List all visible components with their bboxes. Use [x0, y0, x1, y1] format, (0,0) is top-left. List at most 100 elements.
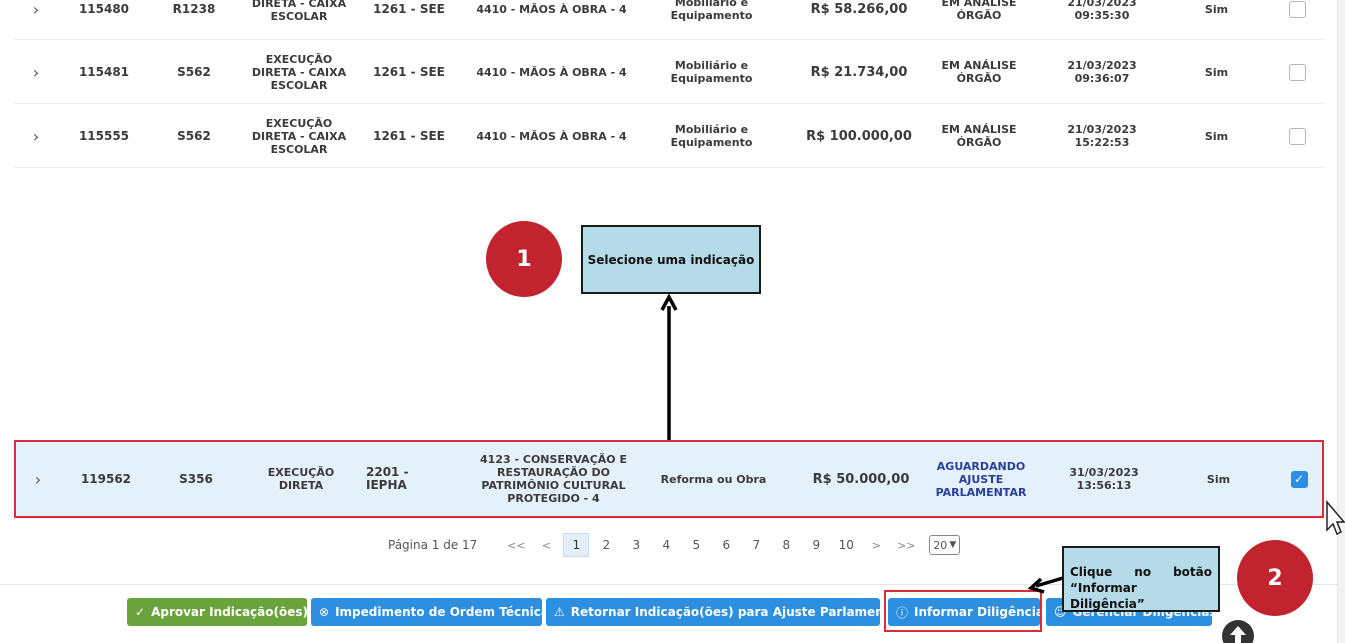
row-checkbox-cell[interactable]	[1284, 0, 1310, 40]
pagination: Página 1 de 17 << < 1 2 3 4 5 6 7 8 9 10…	[388, 533, 961, 557]
inform-diligence-highlight	[884, 590, 1042, 632]
row-checkbox[interactable]	[1288, 63, 1306, 81]
valor: R$ 21.734,00	[810, 64, 908, 80]
sim-flag: Sim	[1204, 65, 1229, 79]
objeto: Mobiliário e Equipamento	[670, 123, 753, 149]
chevron-right-icon[interactable]: ›	[24, 104, 48, 168]
row-checkbox-cell[interactable]	[1284, 104, 1310, 168]
execution-type: DIRETA - CAIXA ESCOLAR	[251, 0, 347, 23]
emenda-code: R1238	[172, 1, 216, 16]
table-row[interactable]: › 115481 S562 EXECUÇÃO DIRETA - CAIXA ES…	[14, 40, 1324, 104]
page-button[interactable]: 3	[623, 533, 649, 557]
status: EM ANÁLISE ÓRGÃO	[941, 0, 1017, 22]
table-row[interactable]: › 115555 S562 EXECUÇÃO DIRETA - CAIXA ES…	[14, 104, 1324, 168]
acao: 4123 - CONSERVAÇÃO E RESTAURAÇÃO DO PATR…	[480, 453, 627, 505]
unit: 1261 - SEE	[373, 1, 445, 16]
technical-impediment-label: Impedimento de Ordem Técnica	[335, 605, 542, 619]
status: EM ANÁLISE ÓRGÃO	[941, 59, 1017, 85]
indicacao-id: 115555	[78, 128, 130, 143]
time: 15:22:53	[1074, 136, 1130, 149]
step-2-badge: 2	[1237, 540, 1313, 616]
execution-type: EXECUÇÃO DIRETA - CAIXA ESCOLAR	[251, 116, 347, 156]
chevron-right-icon[interactable]: ›	[24, 0, 48, 40]
page-button[interactable]: 6	[713, 533, 739, 557]
page-button[interactable]: 10	[833, 533, 859, 557]
execution-type: EXECUÇÃO DIRETA - CAIXA ESCOLAR	[251, 52, 347, 92]
date: 21/03/2023	[1067, 0, 1137, 9]
acao: 4410 - MÃOS À OBRA - 4	[476, 2, 627, 16]
prev-page-button[interactable]: <	[533, 533, 559, 557]
check-circle-icon: ✓	[135, 605, 146, 619]
time: 09:35:30	[1074, 9, 1130, 22]
chevron-right-icon[interactable]: ›	[26, 442, 50, 516]
page-button[interactable]: 1	[563, 533, 590, 557]
table-row[interactable]: › 115480 R1238 DIRETA - CAIXA ESCOLAR 12…	[14, 0, 1324, 40]
page-button[interactable]: 7	[743, 533, 769, 557]
objeto: Mobiliário e Equipamento	[670, 59, 753, 85]
step-1-text: Selecione uma indicação	[587, 252, 755, 267]
emenda-code: S356	[179, 471, 213, 486]
page-button[interactable]: 9	[803, 533, 829, 557]
technical-impediment-button[interactable]: ⊗ Impedimento de Ordem Técnica	[311, 598, 542, 626]
valor: R$ 50.000,00	[812, 471, 910, 487]
sim-flag: Sim	[1204, 129, 1229, 143]
datetime: 31/03/2023 13:56:13	[1054, 442, 1154, 516]
approve-button[interactable]: ✓ Aprovar Indicação(ões)	[127, 598, 307, 626]
chevron-down-icon: ▼	[949, 540, 957, 550]
chevron-right-icon[interactable]: ›	[24, 40, 48, 104]
check-icon: ✓	[1293, 471, 1305, 486]
step-2-callout: Clique no botão “Informar Diligência”	[1062, 546, 1220, 612]
time: 09:36:07	[1074, 72, 1130, 85]
next-page-button[interactable]: >	[863, 533, 889, 557]
date: 31/03/2023	[1069, 466, 1139, 479]
objeto: Reforma ou Obra	[660, 472, 767, 486]
datetime: 21/03/2023 09:36:07	[1052, 40, 1152, 104]
status: AGUARDANDO AJUSTE PARLAMENTAR	[935, 459, 1027, 499]
approve-button-label: Aprovar Indicação(ões)	[151, 605, 307, 619]
first-page-button[interactable]: <<	[503, 533, 529, 557]
scroll-to-top-icon[interactable]	[1222, 620, 1254, 643]
step-2-text: Clique no botão “Informar Diligência”	[1070, 565, 1212, 611]
step-1-badge: 1	[486, 221, 562, 297]
sim-flag: Sim	[1206, 472, 1231, 486]
return-for-adjustment-label: Retornar Indicação(ões) para Ajuste Parl…	[570, 605, 880, 619]
page-button[interactable]: 8	[773, 533, 799, 557]
page-button[interactable]: 2	[593, 533, 619, 557]
row-checkbox-cell[interactable]: ✓	[1286, 442, 1312, 516]
row-checkbox[interactable]	[1288, 0, 1306, 18]
return-for-adjustment-button[interactable]: ⚠ Retornar Indicação(ões) para Ajuste Pa…	[546, 598, 880, 626]
indicacao-id: 115481	[78, 64, 130, 79]
page-button[interactable]: 4	[653, 533, 679, 557]
emenda-code: S562	[177, 128, 211, 143]
valor: R$ 58.266,00	[810, 1, 908, 17]
date: 21/03/2023	[1067, 123, 1137, 136]
sim-flag: Sim	[1204, 2, 1229, 16]
unit: 2201 - IEPHA	[366, 465, 409, 492]
page-button[interactable]: 5	[683, 533, 709, 557]
execution-type: EXECUÇÃO DIRETA	[267, 466, 335, 492]
datetime: 21/03/2023 15:22:53	[1052, 104, 1152, 168]
unit: 1261 - SEE	[373, 128, 445, 143]
mouse-pointer-icon	[1326, 500, 1345, 536]
last-page-button[interactable]: >>	[893, 533, 919, 557]
indicacao-id: 119562	[80, 471, 132, 486]
step-1-callout: Selecione uma indicação	[581, 225, 761, 294]
valor: R$ 100.000,00	[806, 128, 912, 144]
emenda-code: S562	[177, 64, 211, 79]
cancel-circle-icon: ⊗	[319, 605, 330, 619]
row-checkbox-cell[interactable]	[1284, 40, 1310, 104]
page-info: Página 1 de 17	[388, 538, 478, 552]
indicacao-id: 115480	[78, 1, 130, 16]
datetime: 21/03/2023 09:35:30	[1052, 0, 1152, 40]
date: 21/03/2023	[1067, 59, 1137, 72]
page-size-select[interactable]: 20 ▼	[929, 535, 961, 555]
status: EM ANÁLISE ÓRGÃO	[941, 123, 1017, 149]
row-checkbox[interactable]	[1288, 127, 1306, 145]
selected-table-row[interactable]: › 119562 S356 EXECUÇÃO DIRETA 2201 - IEP…	[14, 440, 1324, 518]
objeto: Mobiliário e Equipamento	[670, 0, 753, 22]
row-checkbox-checked[interactable]: ✓	[1290, 470, 1308, 488]
arrow-up-icon	[1230, 626, 1246, 643]
warning-icon: ⚠	[554, 605, 565, 619]
time: 13:56:13	[1076, 479, 1132, 492]
page-size-value: 20	[933, 538, 948, 552]
